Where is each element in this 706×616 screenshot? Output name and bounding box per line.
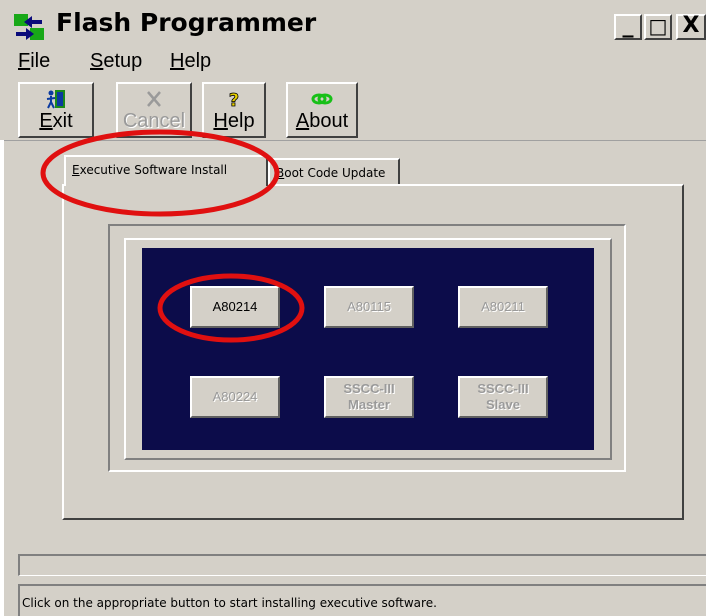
a80224-button[interactable]: A80224 xyxy=(190,376,280,418)
menu-file-accel: F xyxy=(18,50,31,72)
about-button[interactable]: About xyxy=(286,82,358,138)
close-icon: X xyxy=(682,13,700,38)
svg-text:?: ? xyxy=(229,90,239,110)
exit-button[interactable]: Exit xyxy=(18,82,94,138)
minimize-icon: _ xyxy=(622,13,634,38)
window-title: Flash Programmer xyxy=(56,8,317,37)
menu-help-label: elp xyxy=(184,50,212,72)
cancel-x-icon xyxy=(147,91,161,107)
tab-executive-accel: E xyxy=(72,163,80,177)
maximize-icon: □ xyxy=(648,14,668,38)
menu-setup-label: etup xyxy=(103,50,143,72)
tab-boot-accel: B xyxy=(276,166,285,180)
cancel-label: Cancel xyxy=(122,110,186,132)
menu-help[interactable]: Help xyxy=(170,50,211,73)
menu-help-accel: H xyxy=(170,50,185,72)
flash-programmer-window: Flash Programmer _ □ X File Setup Help E… xyxy=(0,0,706,616)
sscc-iii-slave-button[interactable]: SSCC-III Slave xyxy=(458,376,548,418)
close-button[interactable]: X xyxy=(676,14,706,40)
status-message: Click on the appropriate button to start… xyxy=(22,596,437,610)
status-bar: Click on the appropriate button to start… xyxy=(18,584,706,616)
progress-bar xyxy=(18,554,706,576)
a80211-label: A80211 xyxy=(481,299,525,314)
a80211-button[interactable]: A80211 xyxy=(458,286,548,328)
software-button-panel xyxy=(142,248,594,450)
sscc-slave-line1: SSCC-III xyxy=(477,381,529,396)
a80115-label: A80115 xyxy=(347,299,391,314)
tab-boot-code-update[interactable]: Boot Code Update xyxy=(268,158,400,185)
a80115-button[interactable]: A80115 xyxy=(324,286,414,328)
menu-file[interactable]: File xyxy=(18,50,50,73)
sscc-master-line2: Master xyxy=(348,397,390,412)
sscc-iii-master-button[interactable]: SSCC-III Master xyxy=(324,376,414,418)
sscc-master-line1: SSCC-III xyxy=(343,381,395,396)
a80224-label: A80224 xyxy=(212,389,258,404)
a80214-button[interactable]: A80214 xyxy=(190,286,280,328)
tab-boot-label: oot Code Update xyxy=(284,166,386,180)
about-link-icon xyxy=(311,93,333,105)
tab-executive-label: xecutive Software Install xyxy=(79,163,228,177)
about-label: About xyxy=(295,110,349,132)
sscc-slave-line2: Slave xyxy=(486,397,520,412)
help-question-icon: ? xyxy=(228,90,239,110)
help-button[interactable]: ? Help xyxy=(202,82,266,138)
exit-label: Exit xyxy=(39,110,73,132)
menu-file-label: ile xyxy=(30,50,51,72)
tab-executive-software-install[interactable]: Executive Software Install xyxy=(64,155,268,186)
menu-setup-accel: S xyxy=(90,50,104,72)
title-bar[interactable]: Flash Programmer _ □ X xyxy=(0,0,706,48)
menu-bar: File Setup Help xyxy=(0,48,706,76)
cancel-button[interactable]: Cancel xyxy=(116,82,192,138)
toolbar: Exit Cancel ? Help About xyxy=(0,78,706,141)
maximize-button[interactable]: □ xyxy=(644,14,672,40)
app-icon xyxy=(12,12,46,42)
left-edge xyxy=(0,140,4,616)
a80214-label: A80214 xyxy=(212,299,258,314)
menu-setup[interactable]: Setup xyxy=(90,50,142,73)
exit-door-icon xyxy=(46,90,65,109)
minimize-button[interactable]: _ xyxy=(614,14,642,40)
help-label: Help xyxy=(213,110,255,132)
